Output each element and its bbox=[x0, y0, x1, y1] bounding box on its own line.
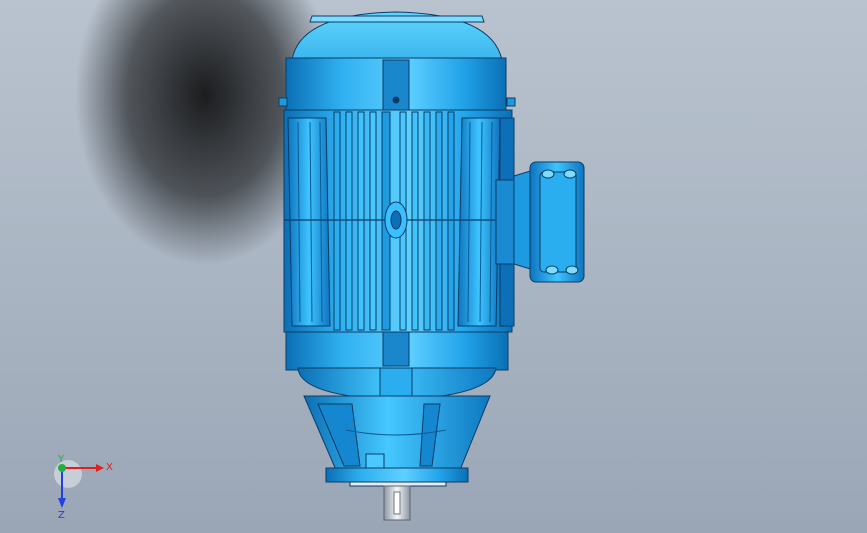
drive-end-housing[interactable] bbox=[285, 331, 509, 403]
x-axis-label: X bbox=[106, 462, 113, 473]
3d-viewport[interactable]: X Y Z bbox=[0, 0, 867, 533]
y-axis-label: Y bbox=[57, 454, 65, 465]
terminal-box[interactable] bbox=[495, 161, 585, 283]
y-axis-dot bbox=[58, 464, 66, 472]
mounting-flange[interactable] bbox=[325, 467, 469, 487]
stator-body[interactable] bbox=[283, 109, 515, 333]
z-axis-label: Z bbox=[58, 510, 65, 521]
x-axis-arrow bbox=[96, 464, 104, 472]
z-axis-arrow bbox=[58, 498, 66, 508]
output-shaft[interactable] bbox=[383, 485, 411, 521]
axis-triad: X Y Z bbox=[54, 454, 113, 521]
flange-cone[interactable] bbox=[303, 395, 491, 471]
motor-model-view[interactable] bbox=[0, 0, 867, 533]
